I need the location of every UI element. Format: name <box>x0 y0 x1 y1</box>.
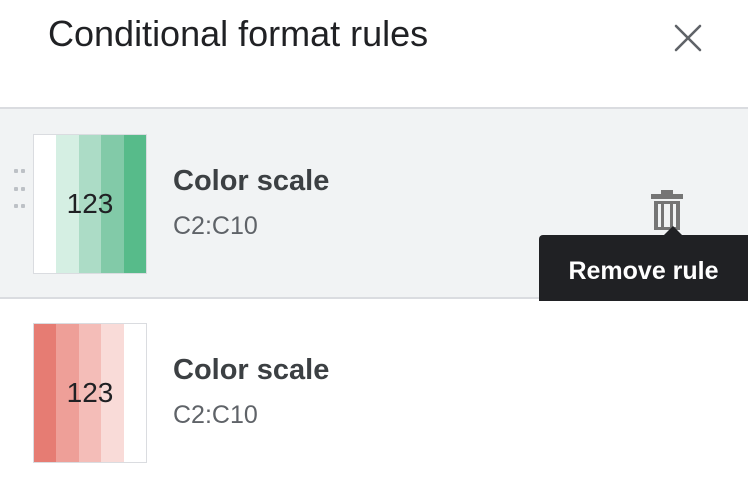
trash-icon <box>651 190 683 230</box>
rule-type-label: Color scale <box>173 165 330 197</box>
conditional-format-panel: Conditional format rules 123 Color scale… <box>0 0 748 485</box>
rule-range-label: C2:C10 <box>173 212 258 240</box>
rule-item[interactable]: 123 Color scale C2:C10 <box>0 301 748 485</box>
close-icon <box>674 24 702 52</box>
close-button[interactable] <box>668 18 708 58</box>
remove-rule-tooltip: Remove rule <box>539 226 748 307</box>
rule-range-label: C2:C10 <box>173 401 258 429</box>
rule-type-label: Color scale <box>173 354 330 386</box>
preview-sample-text: 123 <box>66 188 114 219</box>
drag-handle-icon[interactable] <box>14 169 25 217</box>
preview-sample-text: 123 <box>66 377 114 408</box>
panel-header: Conditional format rules <box>0 0 748 106</box>
panel-title: Conditional format rules <box>48 13 429 54</box>
color-scale-preview: 123 <box>33 134 147 274</box>
color-scale-preview: 123 <box>33 323 147 463</box>
